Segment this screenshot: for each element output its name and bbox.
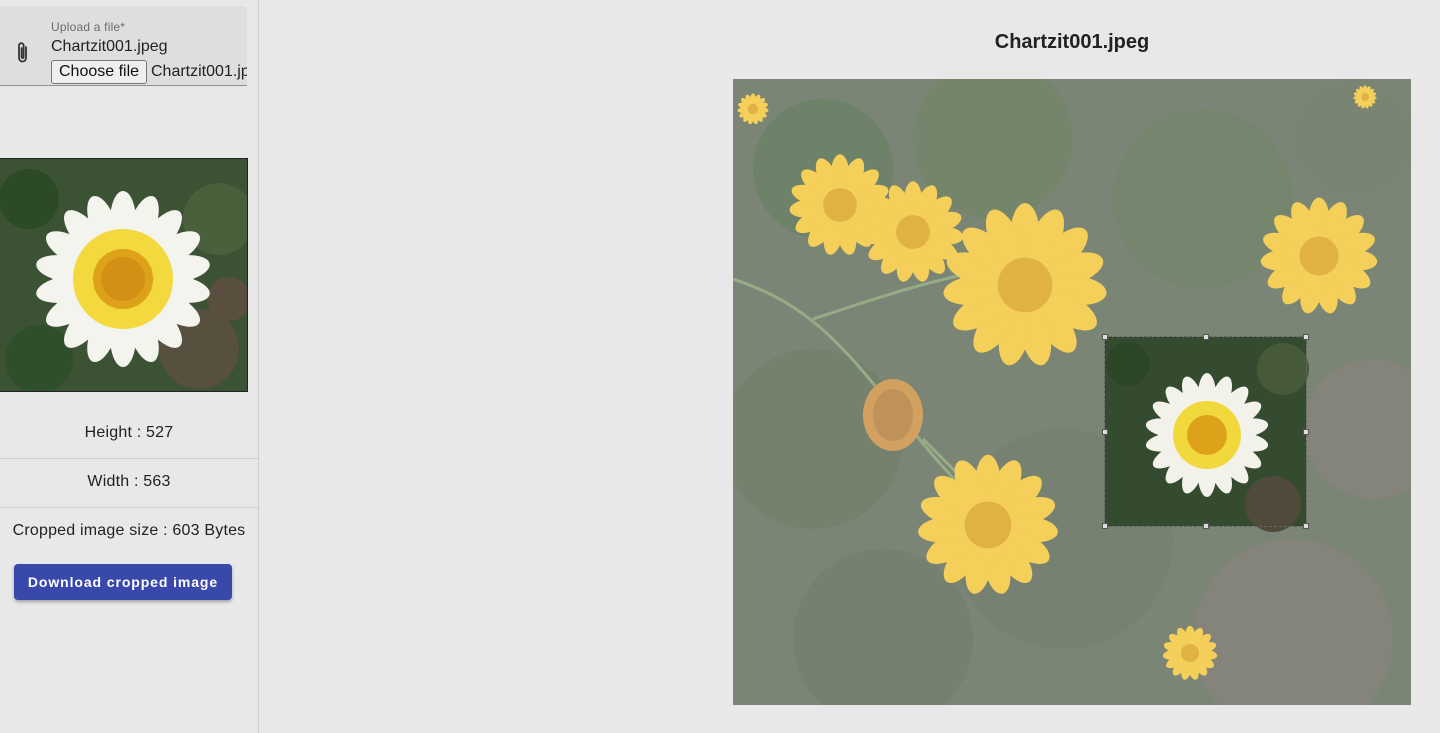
source-flower-image: [733, 79, 1411, 705]
crop-handle-bottom[interactable]: [1202, 523, 1209, 529]
crop-handle-bottom-left[interactable]: [1102, 523, 1108, 529]
crop-handle-top-left[interactable]: [1102, 334, 1108, 340]
crop-selection-box[interactable]: [1102, 334, 1309, 529]
divider: [0, 507, 258, 508]
crop-handle-left[interactable]: [1102, 428, 1108, 435]
cropped-size-info: Cropped image size : 603 Bytes: [12, 522, 246, 539]
cropped-preview: [0, 158, 248, 392]
chosen-file-name: Chartzit001.jpeg: [151, 63, 247, 80]
choose-file-button[interactable]: Choose file: [51, 60, 148, 84]
download-cropped-image-button[interactable]: Download cropped image: [14, 564, 232, 600]
divider: [0, 458, 258, 459]
crop-editor-canvas[interactable]: [733, 79, 1411, 705]
crop-handle-top[interactable]: [1202, 334, 1209, 340]
upload-label: Upload a file*: [51, 20, 126, 34]
height-info: Height : 527: [84, 424, 174, 441]
width-info: Width : 563: [87, 473, 171, 490]
sidebar: Upload a file* Chartzit001.jpeg Choose f…: [0, 0, 259, 733]
crop-handle-top-right[interactable]: [1303, 334, 1309, 340]
paperclip-icon: [18, 42, 27, 63]
file-upload-field[interactable]: Upload a file* Chartzit001.jpeg Choose f…: [0, 6, 247, 86]
upload-filename: Chartzit001.jpeg: [51, 38, 168, 55]
cropped-flower-image: [0, 159, 247, 391]
image-title: Chartzit001.jpeg: [994, 31, 1150, 53]
crop-handle-right[interactable]: [1303, 428, 1309, 435]
crop-handle-bottom-right[interactable]: [1303, 523, 1309, 529]
